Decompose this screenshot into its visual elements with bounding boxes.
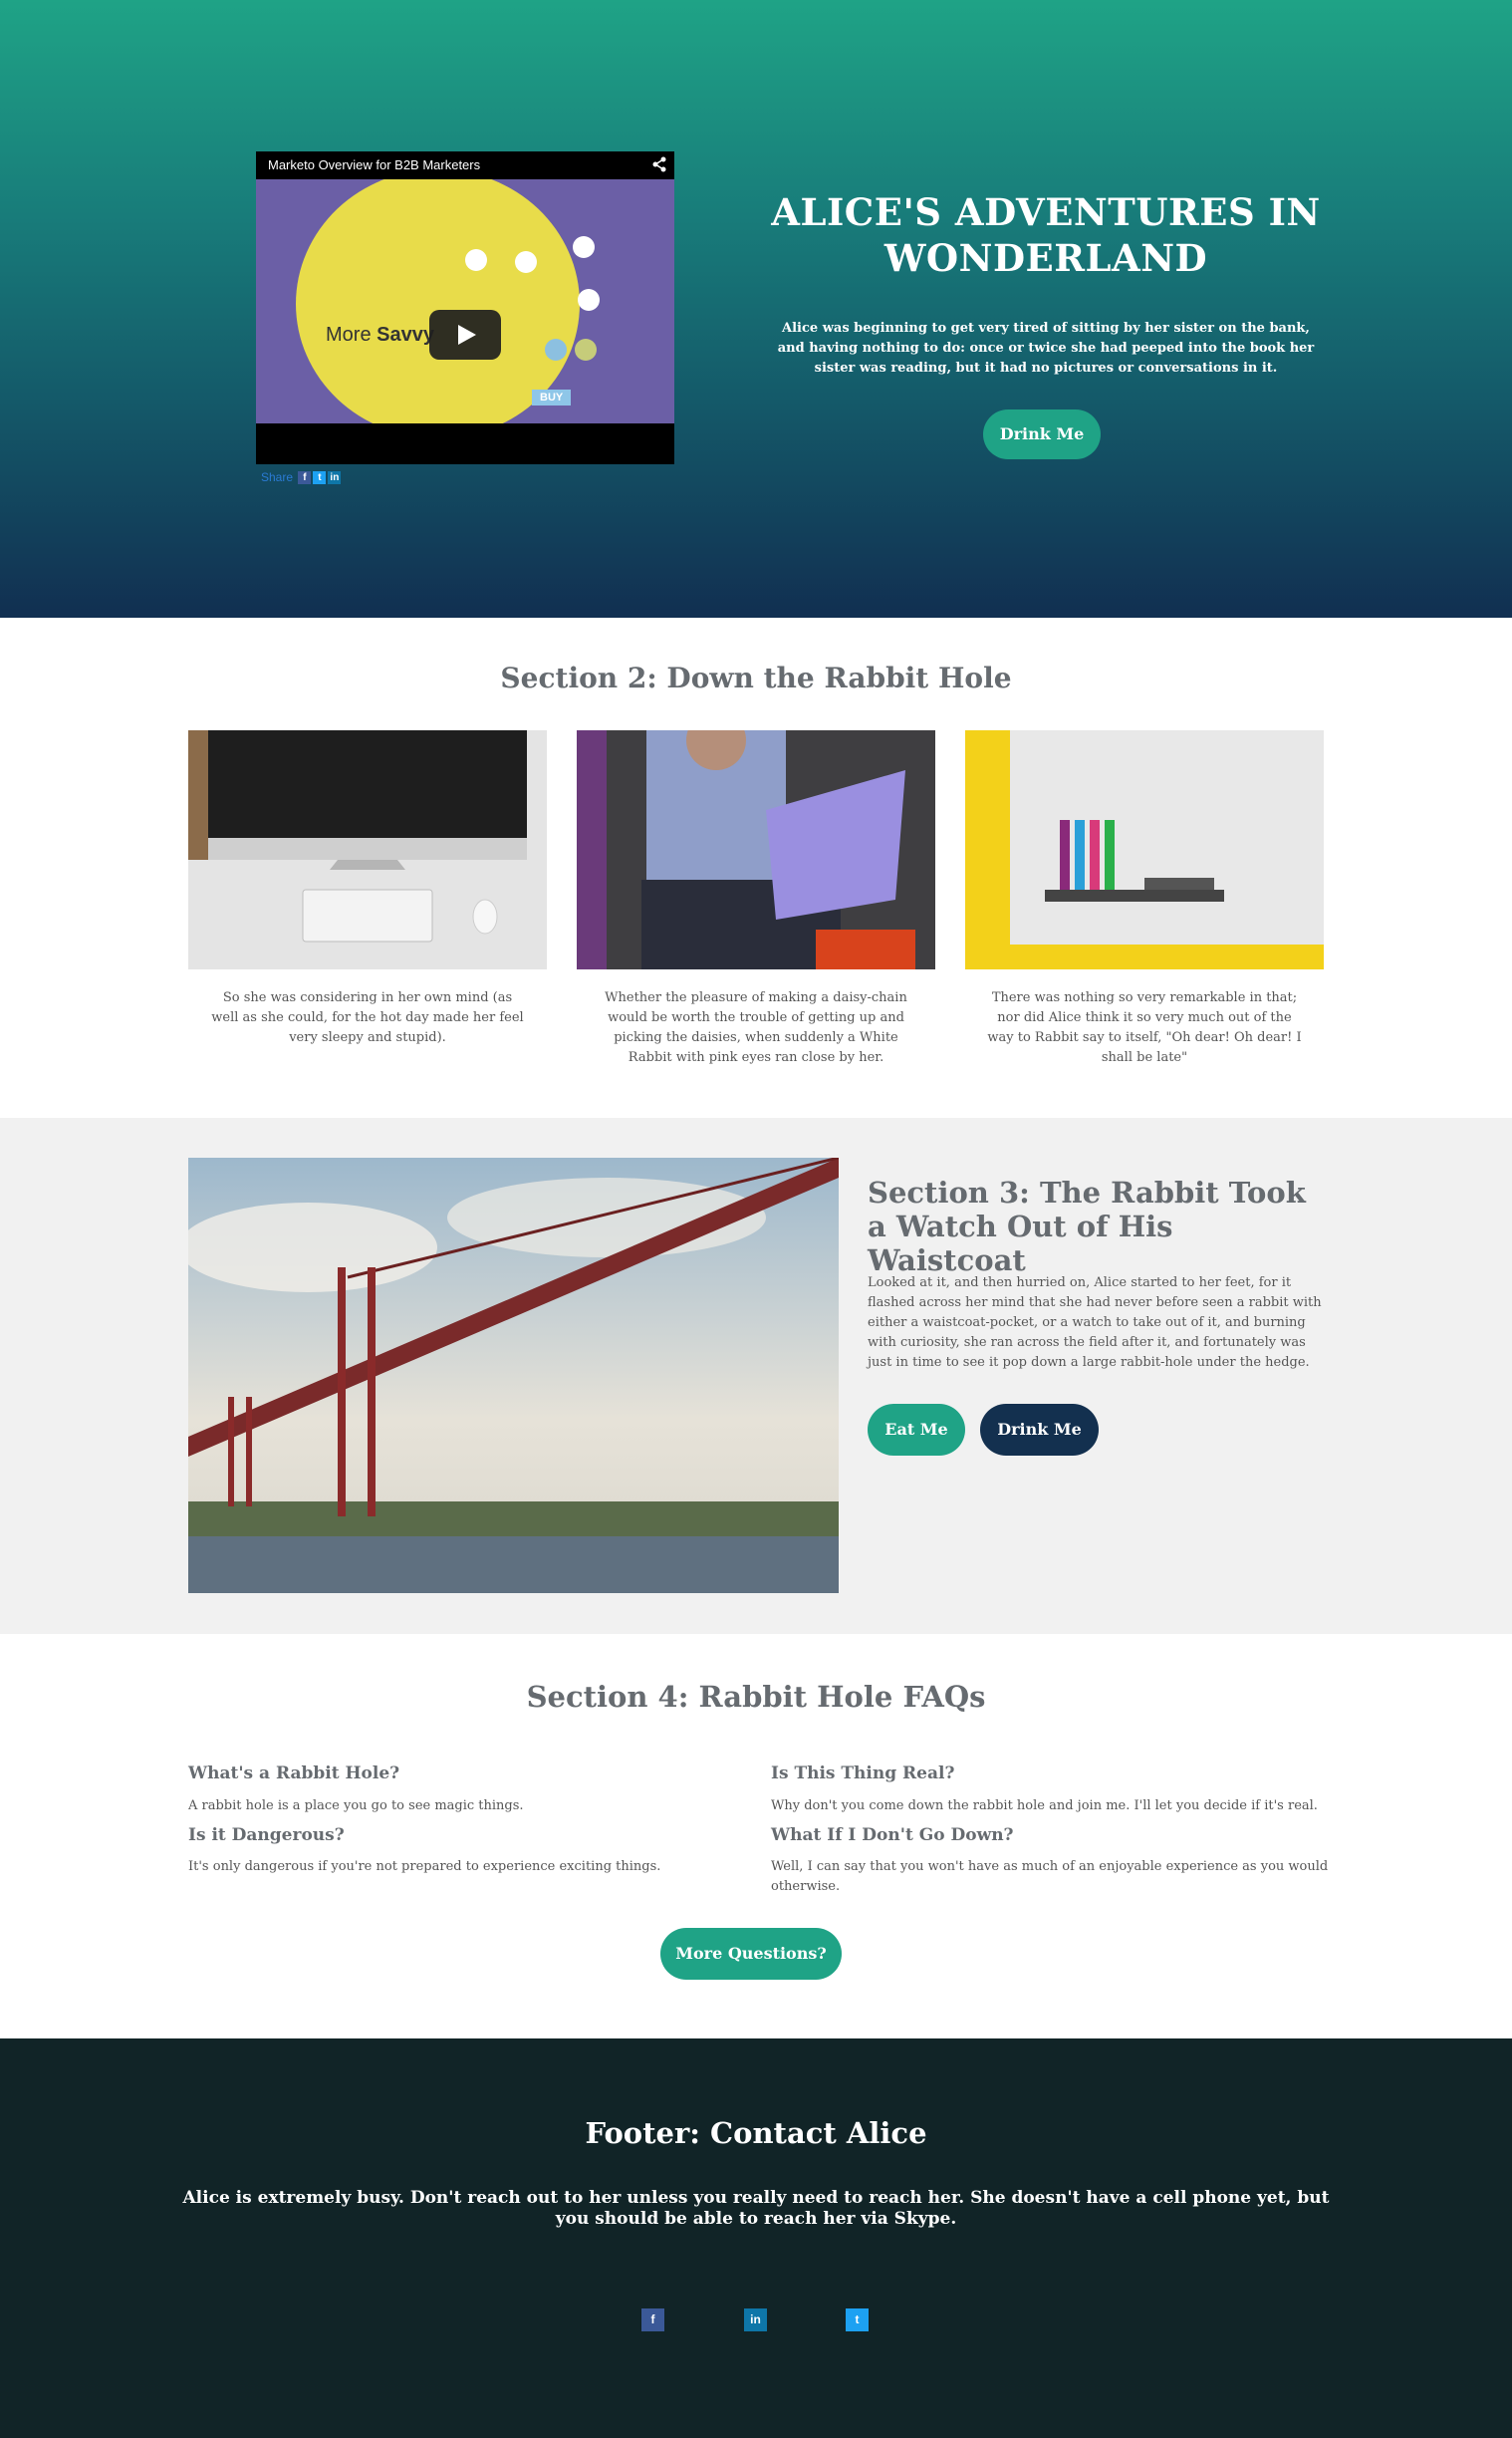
thumbnail-icon bbox=[465, 249, 487, 271]
drink-me-button[interactable]: Drink Me bbox=[980, 1404, 1099, 1456]
share-label[interactable]: Share bbox=[261, 470, 293, 484]
facebook-icon[interactable]: f bbox=[298, 471, 312, 485]
section2-title: Section 2: Down the Rabbit Hole bbox=[500, 662, 1012, 694]
person-icon bbox=[545, 339, 567, 361]
suspension-bridge-photo bbox=[188, 1158, 839, 1593]
person-icon bbox=[575, 339, 597, 361]
footer bbox=[0, 2038, 1512, 2438]
imac-desk-photo bbox=[188, 730, 547, 969]
faq-answer: It's only dangerous if you're not prepar… bbox=[188, 1859, 661, 1874]
play-button[interactable] bbox=[429, 310, 501, 360]
video-share-row: Share f t in bbox=[261, 470, 342, 485]
video-title[interactable]: Marketo Overview for B2B Marketers bbox=[268, 157, 480, 172]
man-with-laptop-photo bbox=[577, 730, 935, 969]
twitter-icon[interactable]: t bbox=[313, 471, 327, 485]
card-text: There was nothing so very remarkable in … bbox=[987, 990, 1302, 1065]
footer-text: Alice is extremely busy. Don't reach out… bbox=[182, 2188, 1330, 2229]
faq-answer: Why don't you come down the rabbit hole … bbox=[771, 1798, 1318, 1813]
thumbnail-icon bbox=[573, 236, 595, 258]
section3-text: Looked at it, and then hurried on, Alice… bbox=[868, 1275, 1322, 1370]
thumbnail-icon bbox=[578, 289, 600, 311]
video-thumbnail[interactable]: More Savvy BUY bbox=[256, 179, 674, 423]
hero-text: Alice was beginning to get very tired of… bbox=[777, 321, 1315, 376]
footer-title: Footer: Contact Alice bbox=[585, 2116, 927, 2150]
thumbnail-icon bbox=[515, 251, 537, 273]
video-player[interactable]: Marketo Overview for B2B Marketers More … bbox=[256, 151, 674, 464]
twitter-icon[interactable]: t bbox=[846, 2308, 869, 2331]
section4-title: Section 4: Rabbit Hole FAQs bbox=[526, 1680, 986, 1714]
section3-title: Section 3: The Rabbit Took a Watch Out o… bbox=[868, 1176, 1306, 1277]
video-frame-text: More Savvy bbox=[326, 324, 434, 346]
linkedin-icon[interactable]: in bbox=[744, 2308, 767, 2331]
video-frame-badge: BUY bbox=[532, 390, 572, 406]
hero-title: ALICE'S ADVENTURES IN WONDERLAND bbox=[771, 190, 1321, 280]
card-text: So she was considering in her own mind (… bbox=[211, 990, 524, 1045]
share-icon[interactable] bbox=[650, 155, 668, 173]
video-thumbnail-circle bbox=[296, 179, 580, 423]
hero-section bbox=[0, 0, 1512, 618]
eat-me-button[interactable]: Eat Me bbox=[868, 1404, 965, 1456]
faq-question: What If I Don't Go Down? bbox=[771, 1825, 1014, 1845]
card-text: Whether the pleasure of making a daisy-c… bbox=[605, 990, 907, 1065]
linkedin-icon[interactable]: in bbox=[328, 471, 342, 485]
faq-question: What's a Rabbit Hole? bbox=[188, 1763, 400, 1783]
whiteboard-markers-photo bbox=[965, 730, 1324, 969]
faq-answer: Well, I can say that you won't have as m… bbox=[771, 1859, 1329, 1894]
drink-me-button[interactable]: Drink Me bbox=[983, 409, 1101, 459]
faq-question: Is it Dangerous? bbox=[188, 1825, 345, 1845]
faq-question: Is This Thing Real? bbox=[771, 1763, 955, 1783]
facebook-icon[interactable]: f bbox=[641, 2308, 664, 2331]
faq-answer: A rabbit hole is a place you go to see m… bbox=[188, 1798, 524, 1813]
more-questions-button[interactable]: More Questions? bbox=[660, 1928, 842, 1980]
